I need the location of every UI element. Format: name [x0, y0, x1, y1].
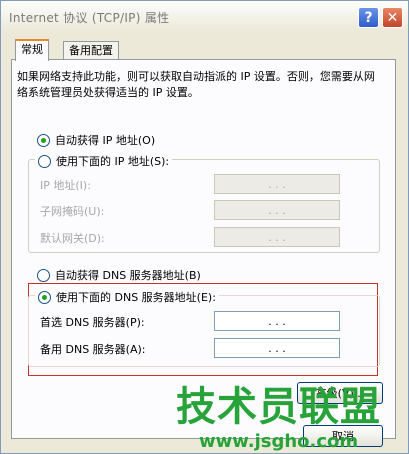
- subnet-mask-input[interactable]: . . .: [214, 200, 340, 220]
- subnet-mask-label: 子网掩码(U):: [40, 205, 105, 218]
- ip-address-dots: . . .: [268, 177, 286, 191]
- ip-address-label: IP 地址(I):: [40, 179, 91, 192]
- alternate-dns-input[interactable]: . . .: [214, 338, 340, 358]
- close-icon-glyph: ✕: [386, 9, 399, 26]
- dns-manual-radio[interactable]: [38, 290, 51, 304]
- dns-manual-option[interactable]: 使用下面的 DNS 服务器地址(E):: [35, 289, 219, 305]
- preferred-dns-input[interactable]: . . .: [214, 311, 340, 331]
- ip-address-input[interactable]: . . .: [214, 174, 340, 194]
- help-icon-glyph: ?: [364, 9, 373, 26]
- close-icon[interactable]: ✕: [382, 7, 403, 28]
- help-icon[interactable]: ?: [358, 7, 379, 28]
- dns-auto-radio[interactable]: [37, 268, 50, 282]
- tab-general[interactable]: 常规: [15, 39, 49, 61]
- watermark-url: www.jsgho.com: [199, 431, 359, 452]
- tab-general-label: 常规: [21, 43, 43, 56]
- tab-alternate-config-label: 备用配置: [69, 44, 113, 57]
- default-gateway-dots: . . .: [268, 230, 286, 244]
- ip-auto-label: 自动获得 IP 地址(O): [55, 134, 156, 147]
- default-gateway-label: 默认网关(D):: [40, 232, 105, 245]
- preferred-dns-dots: . . .: [268, 314, 286, 328]
- default-gateway-input[interactable]: . . .: [214, 227, 340, 247]
- subnet-mask-dots: . . .: [268, 203, 286, 217]
- dns-auto-option[interactable]: 自动获得 DNS 服务器地址(B): [37, 267, 201, 283]
- window-title: Internet 协议 (TCP/IP) 属性: [9, 11, 170, 25]
- ip-manual-radio[interactable]: [38, 154, 51, 168]
- dns-auto-label: 自动获得 DNS 服务器地址(B): [55, 269, 201, 282]
- alternate-dns-label: 备用 DNS 服务器(A):: [40, 343, 146, 356]
- description-text: 如果网络支持此功能，则可以获取自动指派的 IP 设置。否则，您需要从网络系统管理…: [17, 70, 375, 99]
- ip-auto-option[interactable]: 自动获得 IP 地址(O): [37, 132, 155, 148]
- preferred-dns-label: 首选 DNS 服务器(P):: [40, 316, 145, 329]
- watermark-logo: 技术员联盟: [176, 384, 381, 430]
- alternate-dns-dots: . . .: [268, 341, 286, 355]
- ip-auto-radio[interactable]: [37, 133, 50, 147]
- ip-manual-label: 使用下面的 IP 地址(S):: [56, 155, 170, 168]
- tab-alternate-config[interactable]: 备用配置: [63, 41, 119, 60]
- ip-manual-option[interactable]: 使用下面的 IP 地址(S):: [35, 153, 173, 169]
- title-bar[interactable]: Internet 协议 (TCP/IP) 属性 ? ✕: [1, 1, 408, 32]
- tcpip-properties-dialog: Internet 协议 (TCP/IP) 属性 ? ✕ 常规 备用配置 如果网络…: [0, 0, 409, 454]
- dns-manual-label: 使用下面的 DNS 服务器地址(E):: [56, 291, 216, 304]
